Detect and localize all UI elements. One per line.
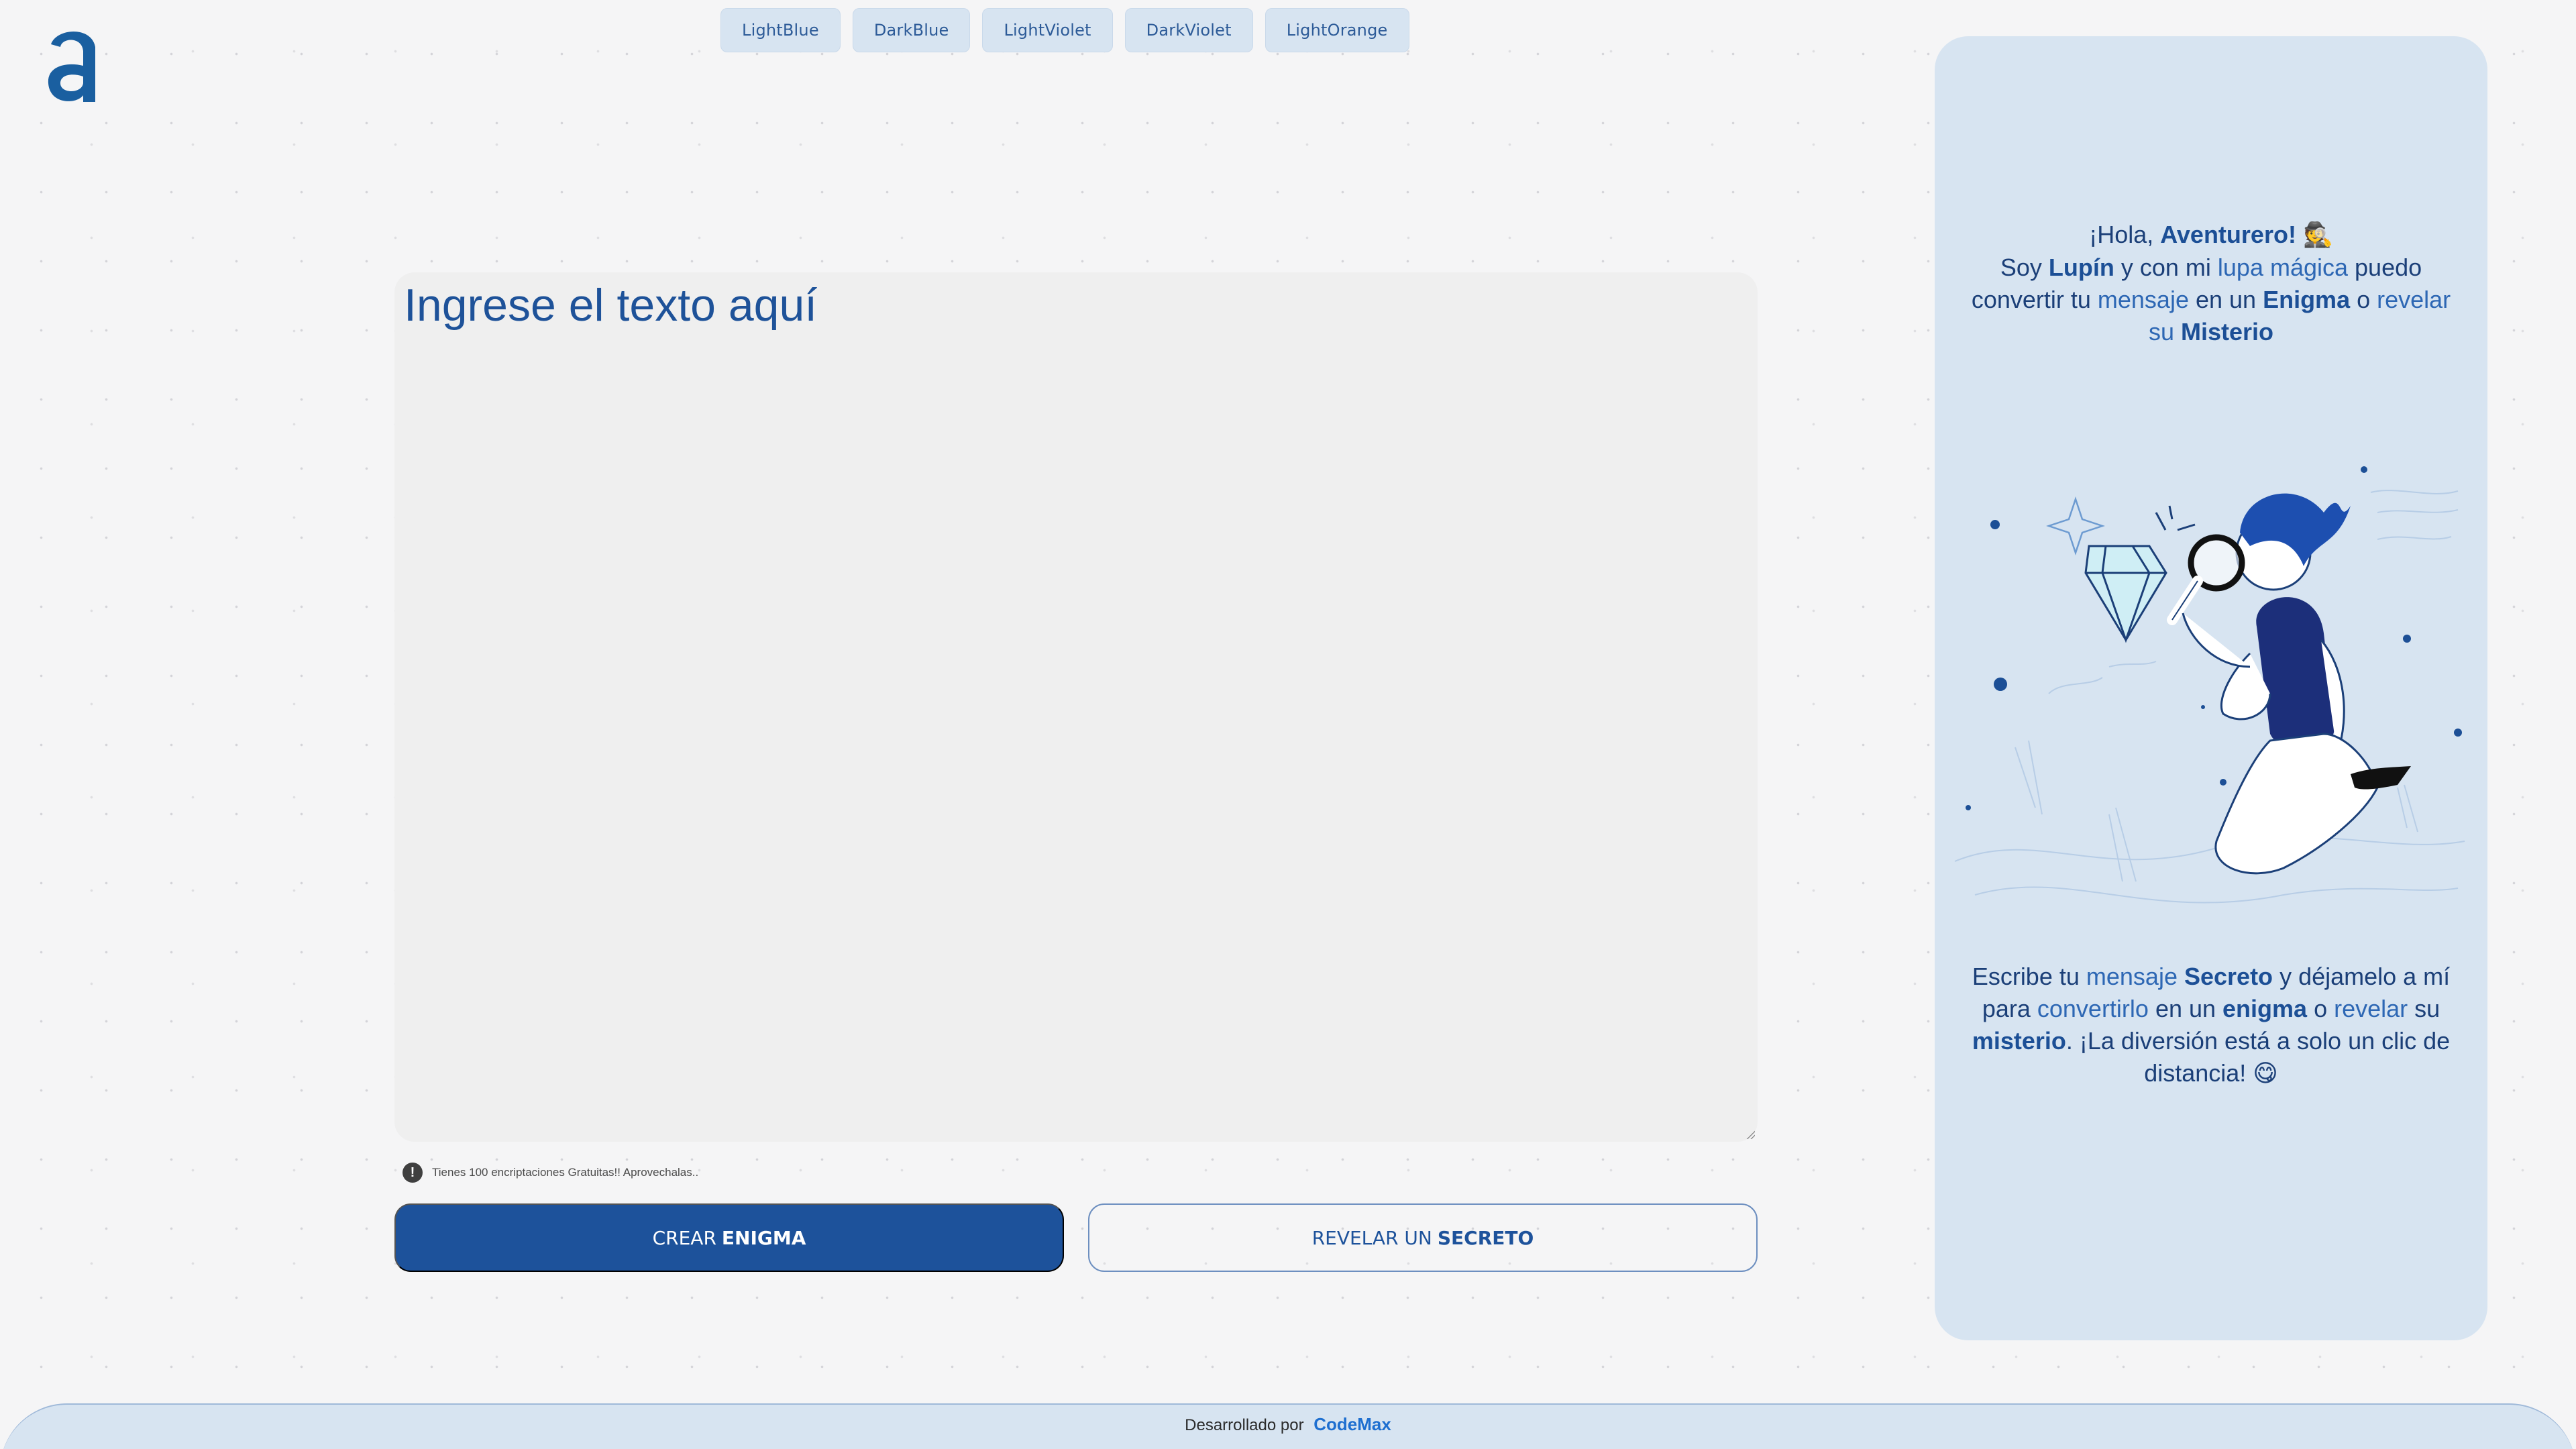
app-logo[interactable]	[44, 24, 101, 106]
instr-escribe: Escribe tu	[1972, 963, 2086, 990]
resize-handle-icon[interactable]	[1746, 1130, 1755, 1139]
page: LightBlue DarkBlue LightViolet DarkViole…	[0, 0, 2576, 1449]
assistant-panel: ¡Hola, Aventurero! 🕵 Soy Lupín y con mi l…	[1935, 36, 2487, 1340]
footer-prefix: Desarrollado por	[1185, 1416, 1304, 1434]
detective-emoji-icon: 🕵	[2302, 221, 2333, 249]
instr-o: o	[2307, 995, 2334, 1022]
greeting-o: o	[2350, 286, 2377, 313]
greeting-hola: ¡Hola,	[2089, 221, 2161, 248]
theme-lightviolet-button[interactable]: LightViolet	[982, 8, 1113, 52]
theme-selector: LightBlue DarkBlue LightViolet DarkViole…	[720, 8, 1409, 52]
decrypt-button-bold: SECRETO	[1437, 1226, 1534, 1249]
message-input[interactable]	[394, 272, 1758, 1142]
instr-en-un: en un	[2148, 995, 2223, 1022]
footer-credit: Desarrollado por CodeMax	[0, 1414, 2576, 1435]
greeting-text: ¡Hola, Aventurero! 🕵 Soy Lupín y con mi l…	[1962, 219, 2461, 348]
greeting-en-un: en un	[2188, 286, 2263, 313]
greeting-lupa-magica: lupa mágica	[2217, 254, 2349, 281]
codemax-link[interactable]: CodeMax	[1313, 1414, 1391, 1434]
decrypt-button-prefix: REVELAR UN	[1311, 1226, 1432, 1249]
free-encryptions-notice: ! Tienes 100 encriptaciones Gratuitas!! …	[402, 1162, 698, 1183]
instr-su: su	[2408, 995, 2440, 1022]
greeting-aventurero: Aventurero!	[2160, 221, 2296, 248]
instr-enigma: enigma	[2222, 995, 2308, 1022]
encrypt-button-prefix: CREAR	[652, 1226, 716, 1249]
encrypt-button[interactable]: CREAR ENIGMA	[394, 1203, 1064, 1272]
theme-lightorange-button[interactable]: LightOrange	[1265, 8, 1409, 52]
greeting-lupin: Lupín	[2048, 254, 2114, 281]
theme-darkblue-button[interactable]: DarkBlue	[852, 8, 971, 52]
detective-illustration	[1954, 466, 2465, 904]
notice-text: Tienes 100 encriptaciones Gratuitas!! Ap…	[432, 1166, 699, 1179]
instr-mensaje: mensaje	[2086, 963, 2178, 990]
text-editor-container	[394, 272, 1758, 1142]
theme-lightblue-button[interactable]: LightBlue	[720, 8, 841, 52]
footer: Desarrollado por CodeMax	[0, 1403, 2576, 1449]
instr-secreto: Secreto	[2184, 963, 2273, 990]
instr-convertirlo: convertirlo	[2037, 995, 2149, 1022]
greeting-su: su	[2148, 318, 2181, 345]
exclamation-icon: !	[402, 1163, 423, 1183]
instr-revelar: revelar	[2334, 995, 2408, 1022]
theme-darkviolet-button[interactable]: DarkViolet	[1124, 8, 1253, 52]
greeting-soy: Soy	[2000, 254, 2049, 281]
instructions-text: Escribe tu mensaje Secreto y déjamelo a …	[1962, 961, 2461, 1090]
instr-misterio: misterio	[1972, 1027, 2066, 1055]
decrypt-button[interactable]: REVELAR UN SECRETO	[1088, 1203, 1758, 1272]
encrypt-button-bold: ENIGMA	[721, 1226, 806, 1249]
greeting-misterio: Misterio	[2181, 318, 2274, 345]
greeting-y-con-mi: y con mi	[2114, 254, 2218, 281]
greeting-enigma: Enigma	[2263, 286, 2351, 313]
greeting-revelar: revelar	[2377, 286, 2451, 313]
smile-emoji-icon: 😋	[2253, 1060, 2278, 1087]
greeting-mensaje: mensaje	[2097, 286, 2189, 313]
